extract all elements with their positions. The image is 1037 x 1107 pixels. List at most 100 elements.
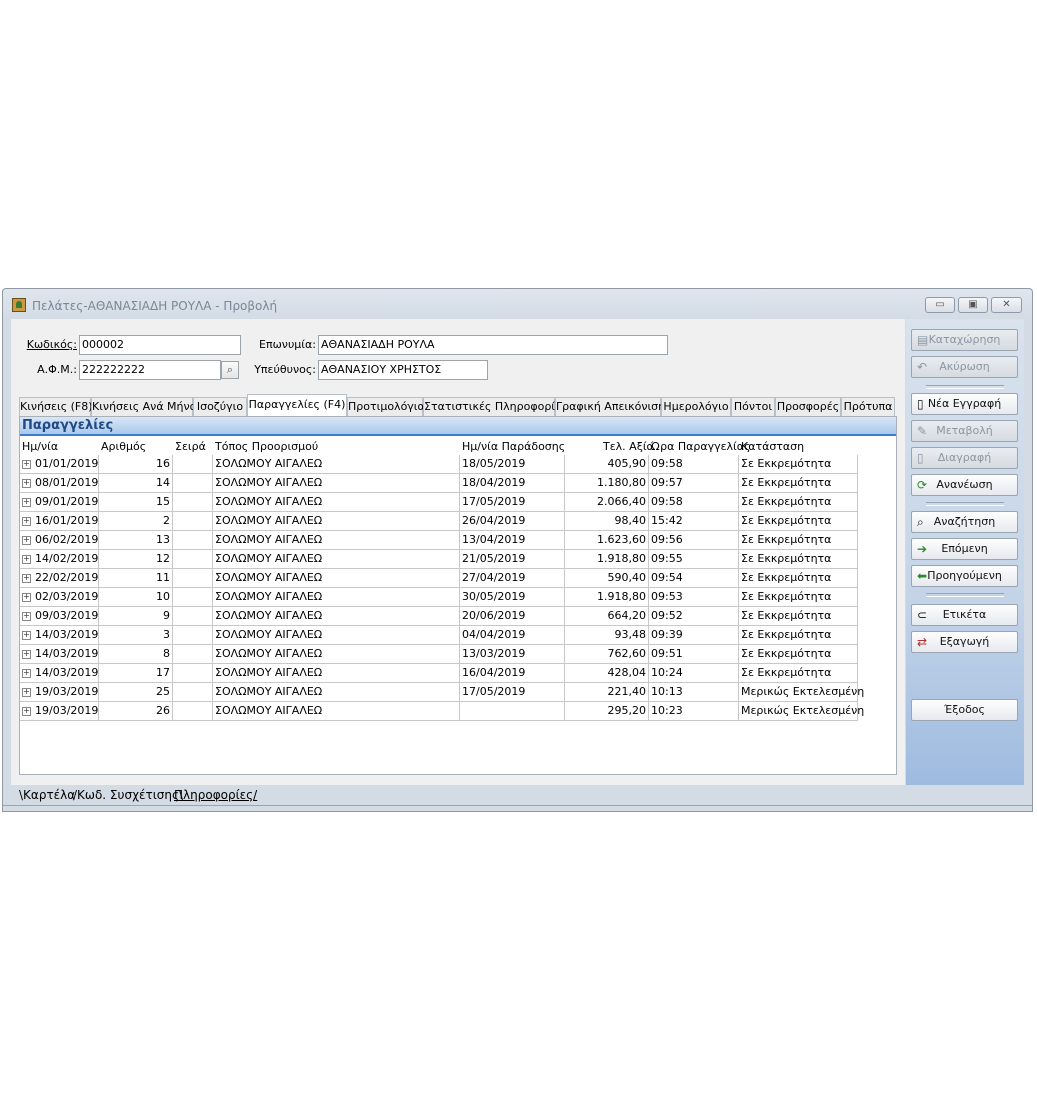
tab-protimologia[interactable]: Προτιμολόγια — [347, 397, 425, 416]
bottom-tab-plirofories[interactable]: Πληροφορίες/ — [174, 787, 257, 805]
search-button[interactable]: ⌕ Αναζήτηση — [911, 511, 1018, 533]
tab-kiniseis-ana-mina[interactable]: Κινήσεις Ανά Μήνα — [91, 397, 197, 416]
cell-text: 06/02/2019 — [35, 533, 99, 546]
bottom-tab-kartela[interactable]: \Καρτέλα — [19, 787, 75, 805]
tab-imerologio[interactable]: Ημερολόγιο — [661, 397, 731, 416]
exit-button[interactable]: Έξοδος — [911, 699, 1018, 721]
expand-icon[interactable]: + — [22, 612, 31, 621]
table-row[interactable]: +14/02/2019 12 ΣΟΛΩΜΟΥ ΑΙΓΑΛΕΩ 21/05/2019 1.… — [20, 550, 858, 569]
label-button[interactable]: ⊂ Ετικέτα — [911, 604, 1018, 626]
separator — [926, 593, 1004, 597]
table-row[interactable]: +06/02/2019 13 ΣΟΛΩΜΟΥ ΑΙΓΑΛΕΩ 13/04/2019 1.… — [20, 531, 858, 550]
bottom-tab-kod-sysxetisis[interactable]: /Κωδ. Συσχέτισης\ — [73, 787, 183, 805]
column-header[interactable]: Ημ/νία — [22, 440, 58, 453]
expand-icon[interactable]: + — [22, 479, 31, 488]
responsible-field[interactable]: ΑΘΑΝΑΣΙΟΥ ΧΡΗΣΤΟΣ — [318, 360, 488, 380]
tab-paraggelies[interactable]: Παραγγελίες (F4) — [247, 394, 347, 417]
undo-icon: ↶ — [917, 360, 928, 374]
table-cell — [173, 664, 213, 683]
table-cell: 98,40 — [565, 512, 649, 531]
delete-button[interactable]: ▯ Διαγραφή — [911, 447, 1018, 469]
expand-icon[interactable]: + — [22, 593, 31, 602]
table-cell: Σε Εκκρεμότητα — [739, 588, 858, 607]
bottom-tab-label: Πληροφορίες — [174, 788, 254, 802]
column-header[interactable]: Αριθμός — [101, 440, 146, 453]
column-header[interactable]: Τόπος Προορισμού — [215, 440, 318, 453]
table-cell: Σε Εκκρεμότητα — [739, 664, 858, 683]
save-icon: ▤ — [917, 333, 929, 347]
tab-grafiki[interactable]: Γραφική Απεικόνιση — [555, 397, 665, 416]
table-row[interactable]: +02/03/2019 10 ΣΟΛΩΜΟΥ ΑΙΓΑΛΕΩ 30/05/2019 1.… — [20, 588, 858, 607]
new-record-button[interactable]: ▯ Νέα Εγγραφή — [911, 393, 1018, 415]
table-cell — [173, 702, 213, 721]
table-row[interactable]: +22/02/2019 11 ΣΟΛΩΜΟΥ ΑΙΓΑΛΕΩ 27/04/2019 59… — [20, 569, 858, 588]
cancel-button[interactable]: ↶ Ακύρωση — [911, 356, 1018, 378]
tab-pontoi[interactable]: Πόντοι — [731, 397, 775, 416]
table-cell-date: +14/03/2019 — [20, 645, 99, 664]
column-header[interactable]: Κατάσταση — [741, 440, 804, 453]
table-cell: 13/03/2019 — [460, 645, 565, 664]
tab-isozygio[interactable]: Ισοζύγιο — [193, 397, 247, 416]
table-row[interactable]: +19/03/2019 25 ΣΟΛΩΜΟΥ ΑΙΓΑΛΕΩ 17/05/2019 22… — [20, 683, 864, 702]
table-row[interactable]: +09/01/2019 15 ΣΟΛΩΜΟΥ ΑΙΓΑΛΕΩ 17/05/2019 2.… — [20, 493, 858, 512]
expand-icon[interactable]: + — [22, 498, 31, 507]
next-button[interactable]: ➔ Επόμενη — [911, 538, 1018, 560]
expand-icon[interactable]: + — [22, 669, 31, 678]
expand-icon[interactable]: + — [22, 707, 31, 716]
tab-protypa[interactable]: Πρότυπα — [841, 397, 895, 416]
search-icon[interactable]: ⌕ — [221, 361, 239, 379]
table-cell: 221,40 — [565, 683, 649, 702]
close-button[interactable]: ✕ — [991, 297, 1022, 313]
expand-icon[interactable]: + — [22, 631, 31, 640]
save-button[interactable]: ▤ Καταχώρηση — [911, 329, 1018, 351]
table-row[interactable]: +16/01/2019 2 ΣΟΛΩΜΟΥ ΑΙΓΑΛΕΩ 26/04/2019 98,… — [20, 512, 858, 531]
table-row[interactable]: +14/03/2019 3 ΣΟΛΩΜΟΥ ΑΙΓΑΛΕΩ 04/04/2019 93,… — [20, 626, 858, 645]
export-button[interactable]: ⇄ Εξαγωγή — [911, 631, 1018, 653]
expand-icon[interactable]: + — [22, 460, 31, 469]
table-row[interactable]: +09/03/2019 9 ΣΟΛΩΜΟΥ ΑΙΓΑΛΕΩ 20/06/2019 664… — [20, 607, 858, 626]
table-cell: 11 — [99, 569, 173, 588]
tab-kiniseis[interactable]: Κινήσεις (F8) — [19, 397, 93, 416]
expand-icon[interactable]: + — [22, 555, 31, 564]
afm-field[interactable]: 222222222 — [79, 360, 221, 380]
maximize-button[interactable]: ▣ — [958, 297, 988, 313]
column-header[interactable]: Σειρά — [175, 440, 206, 453]
table-cell: 30/05/2019 — [460, 588, 565, 607]
table-row[interactable]: +08/01/2019 14 ΣΟΛΩΜΟΥ ΑΙΓΑΛΕΩ 18/04/2019 1.… — [20, 474, 858, 493]
expand-icon[interactable]: + — [22, 536, 31, 545]
table-cell — [173, 493, 213, 512]
minimize-button[interactable]: ▭ — [925, 297, 955, 313]
column-header[interactable]: Ημ/νία Παράδοσης — [462, 440, 565, 453]
table-cell: 2.066,40 — [565, 493, 649, 512]
table-cell: ΣΟΛΩΜΟΥ ΑΙΓΑΛΕΩ — [213, 493, 460, 512]
tab-statistikes[interactable]: Στατιστικές Πληροφορίες — [423, 397, 567, 416]
expand-icon[interactable]: + — [22, 517, 31, 526]
table-cell-date: +08/01/2019 — [20, 474, 99, 493]
code-field[interactable]: 000002 — [79, 335, 241, 355]
column-header[interactable]: Ώρα Παραγγελίας — [651, 440, 750, 453]
bottom-divider — [3, 805, 1032, 806]
surname-field[interactable]: ΑΘΑΝΑΣΙΑΔΗ ΡΟΥΛΑ — [318, 335, 668, 355]
table-cell — [460, 702, 565, 721]
table-cell-date: +14/02/2019 — [20, 550, 99, 569]
new-document-icon: ▯ — [917, 397, 924, 411]
expand-icon[interactable]: + — [22, 688, 31, 697]
table-row[interactable]: +14/03/2019 8 ΣΟΛΩΜΟΥ ΑΙΓΑΛΕΩ 13/03/2019 762… — [20, 645, 858, 664]
expand-icon[interactable]: + — [22, 650, 31, 659]
table-row[interactable]: +19/03/2019 26 ΣΟΛΩΜΟΥ ΑΙΓΑΛΕΩ 295,20 10:23 Μ… — [20, 702, 864, 721]
edit-label: Μεταβολή — [936, 424, 993, 437]
table-row[interactable]: +01/01/2019 16 ΣΟΛΩΜΟΥ ΑΙΓΑΛΕΩ 18/05/2019 40… — [20, 455, 858, 474]
cell-text: 14/03/2019 — [35, 666, 99, 679]
table-cell: Σε Εκκρεμότητα — [739, 645, 858, 664]
previous-button[interactable]: ⬅ Προηγούμενη — [911, 565, 1018, 587]
bottom-tab-label: Καρτέλα — [23, 788, 76, 802]
tab-prosfores[interactable]: Προσφορές — [775, 397, 841, 416]
table-row[interactable]: +14/03/2019 17 ΣΟΛΩΜΟΥ ΑΙΓΑΛΕΩ 16/04/2019 42… — [20, 664, 858, 683]
expand-icon[interactable]: + — [22, 574, 31, 583]
column-header[interactable]: Τελ. Αξία — [603, 440, 654, 453]
table-cell: Σε Εκκρεμότητα — [739, 607, 858, 626]
table-cell: ΣΟΛΩΜΟΥ ΑΙΓΑΛΕΩ — [213, 531, 460, 550]
refresh-button[interactable]: ⟳ Ανανέωση — [911, 474, 1018, 496]
edit-button[interactable]: ✎ Μεταβολή — [911, 420, 1018, 442]
title-bar[interactable]: Πελάτες-ΑΘΑΝΑΣΙΑΔΗ ΡΟΥΛΑ - Προβολή ▭ ▣ ✕ — [3, 289, 1032, 321]
